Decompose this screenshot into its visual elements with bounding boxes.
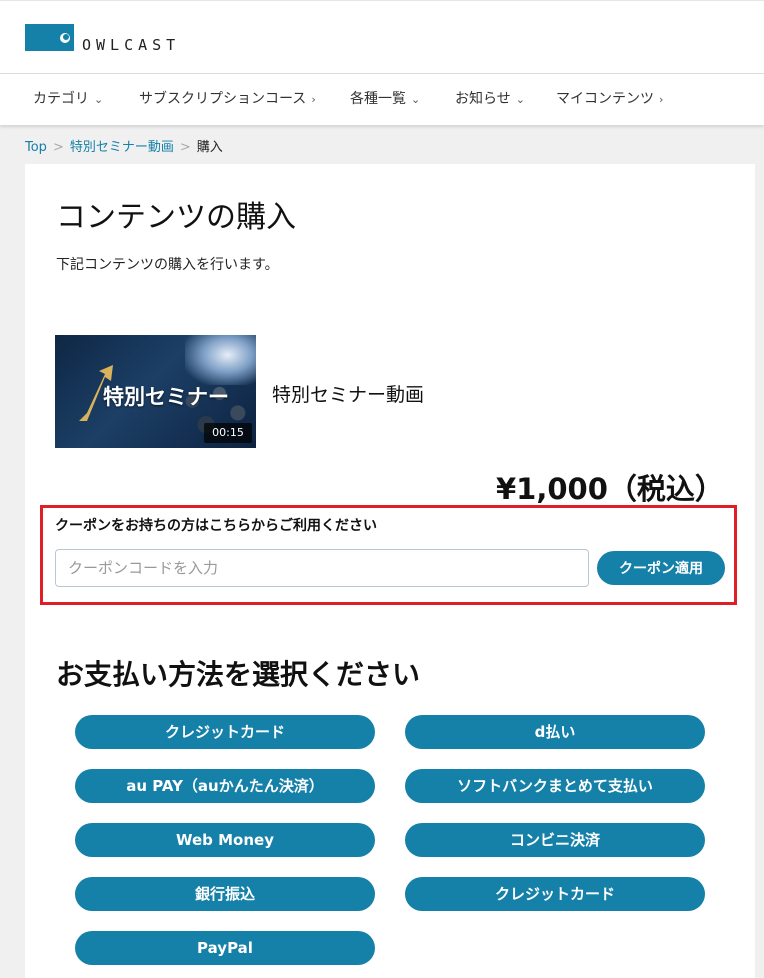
main-nav: カテゴリ ⌄ サブスクリプションコース › 各種一覧 ⌄ お知らせ ⌄ マイコンテンツ › [0, 73, 764, 125]
chevron-down-icon: ⌄ [515, 93, 525, 106]
pay-d-barai-button[interactable]: d払い [405, 715, 705, 749]
chevron-right-icon: › [311, 93, 316, 106]
page-description: 下記コンテンツの購入を行います。 [56, 257, 279, 273]
pay-softbank-button[interactable]: ソフトバンクまとめて支払い [405, 769, 705, 803]
breadcrumb-separator: > [179, 140, 191, 155]
logo-text[interactable]: OWLCAST [82, 36, 180, 54]
nav-item-category[interactable]: カテゴリ ⌄ [33, 74, 103, 124]
pay-credit-card-button[interactable]: クレジットカード [75, 715, 375, 749]
pay-web-money-button[interactable]: Web Money [75, 823, 375, 857]
breadcrumb-seminar-link[interactable]: 特別セミナー動画 [70, 140, 174, 155]
thumbnail-text: 特別セミナー [103, 385, 229, 409]
pay-au-pay-button[interactable]: au PAY（auかんたん決済） [75, 769, 375, 803]
pay-credit-card-button-2[interactable]: クレジットカード [405, 877, 705, 911]
coupon-label: クーポンをお持ちの方はこちらからご利用ください [55, 518, 377, 534]
breadcrumb-current: 購入 [196, 140, 223, 155]
nav-item-label: 各種一覧 [350, 91, 406, 107]
breadcrumb-top-link[interactable]: Top [25, 140, 47, 155]
page-title: コンテンツの購入 [56, 200, 296, 235]
price: ¥1,000（税込） [496, 472, 724, 506]
pay-paypal-button[interactable]: PayPal [75, 931, 375, 965]
content-title: 特別セミナー動画 [272, 384, 425, 406]
nav-item-my-contents[interactable]: マイコンテンツ › [556, 74, 663, 124]
nav-item-subscription[interactable]: サブスクリプションコース › [139, 74, 316, 124]
nav-item-label: お知らせ [455, 91, 511, 107]
apply-coupon-button[interactable]: クーポン適用 [597, 551, 725, 585]
nav-item-label: カテゴリ [33, 91, 89, 107]
owl-eye-icon [60, 33, 70, 43]
breadcrumb: Top > 特別セミナー動画 > 購入 [25, 136, 223, 155]
pay-convenience-store-button[interactable]: コンビニ決済 [405, 823, 705, 857]
nav-item-label: マイコンテンツ [556, 91, 654, 107]
site-header: OWLCAST [0, 0, 764, 73]
chevron-down-icon: ⌄ [94, 93, 104, 106]
logo-mark[interactable] [25, 24, 74, 51]
duration-badge: 00:15 [204, 423, 252, 443]
payment-section-title: お支払い方法を選択ください [56, 658, 421, 691]
pay-bank-transfer-button[interactable]: 銀行振込 [75, 877, 375, 911]
chevron-down-icon: ⌄ [411, 93, 421, 106]
nav-item-label: サブスクリプションコース [139, 91, 307, 107]
coupon-code-input[interactable] [55, 549, 589, 587]
breadcrumb-separator: > [52, 140, 64, 155]
chevron-right-icon: › [659, 93, 664, 106]
nav-item-lists[interactable]: 各種一覧 ⌄ [350, 74, 420, 124]
nav-item-news[interactable]: お知らせ ⌄ [455, 74, 525, 124]
